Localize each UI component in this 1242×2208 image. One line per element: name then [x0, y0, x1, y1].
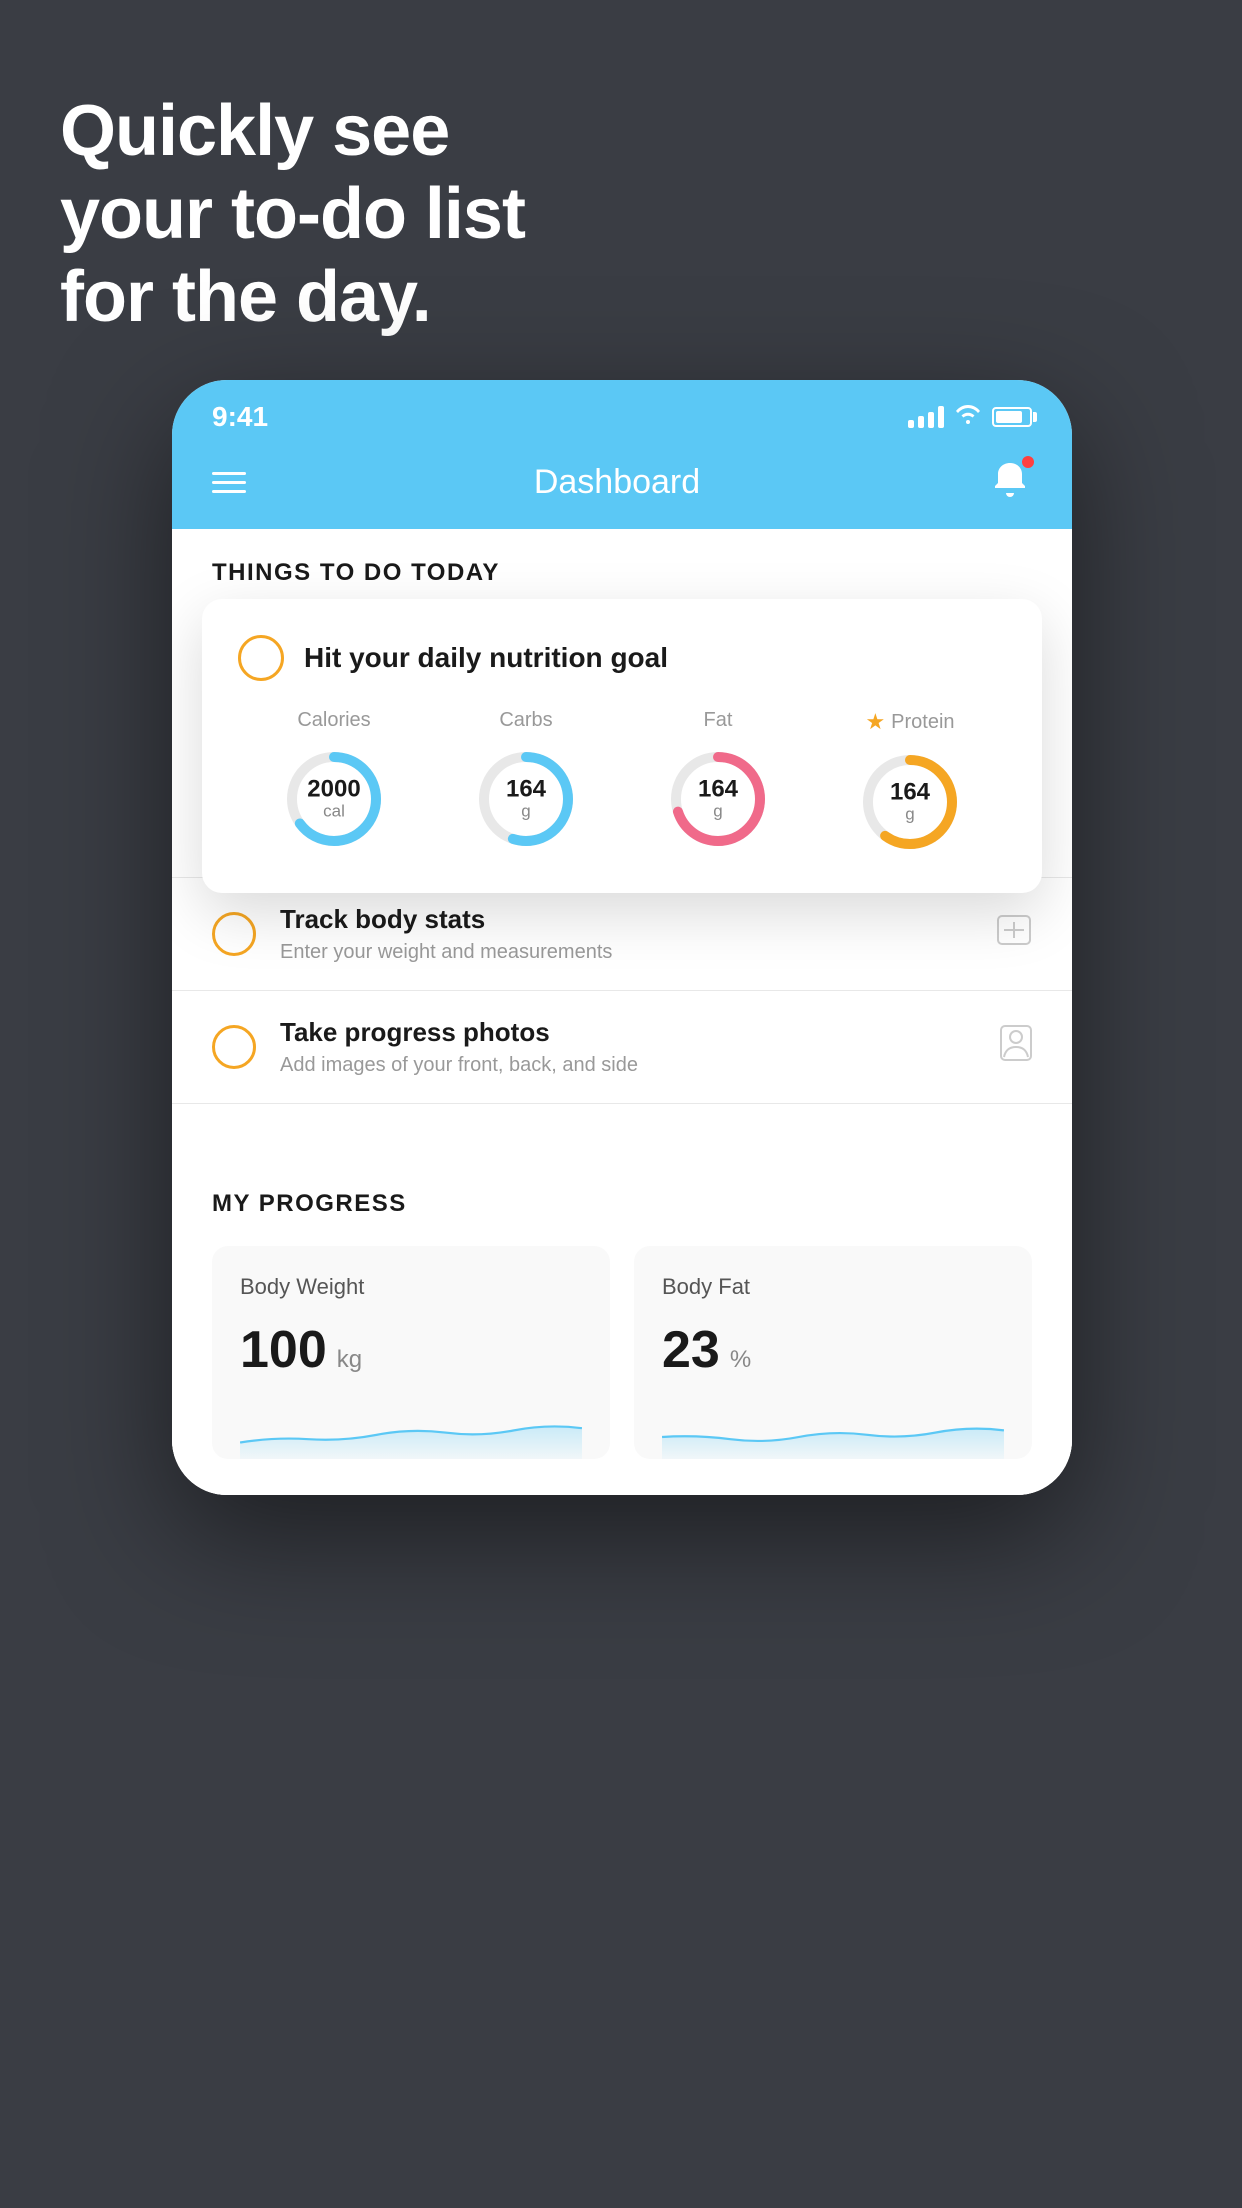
- item-sub-photos: Add images of your front, back, and side: [280, 1054, 976, 1077]
- calories-label: Calories: [297, 709, 370, 732]
- nutrition-protein: ★ Protein 164 g: [855, 709, 965, 857]
- progress-section: MY PROGRESS Body Weight 100 kg: [172, 1154, 1072, 1495]
- fat-value: 164: [698, 776, 738, 802]
- body-weight-value: 100: [240, 1320, 327, 1380]
- protein-donut: 164 g: [855, 747, 965, 857]
- item-title-photos: Take progress photos: [280, 1017, 976, 1048]
- person-icon: [1000, 1025, 1032, 1069]
- list-item[interactable]: Take progress photos Add images of your …: [172, 991, 1072, 1104]
- body-weight-label: Body Weight: [240, 1274, 582, 1300]
- fat-donut: 164 g: [663, 744, 773, 854]
- item-circle-body-stats: [212, 912, 256, 956]
- body-fat-value: 23: [662, 1320, 720, 1380]
- body-weight-card[interactable]: Body Weight 100 kg: [212, 1246, 610, 1459]
- body-weight-unit: kg: [337, 1346, 362, 1374]
- nutrition-grid: Calories 2000 cal Carbs: [238, 709, 1006, 857]
- protein-value: 164: [890, 779, 930, 805]
- nutrition-calories: Calories 2000 cal: [279, 709, 389, 854]
- carbs-label: Carbs: [499, 709, 552, 732]
- body-fat-unit: %: [730, 1346, 751, 1374]
- progress-cards: Body Weight 100 kg: [212, 1246, 1032, 1459]
- signal-icon: [908, 406, 944, 428]
- notification-dot: [1020, 454, 1036, 470]
- body-weight-chart: [240, 1404, 582, 1459]
- list-item[interactable]: Track body stats Enter your weight and m…: [172, 878, 1072, 991]
- hamburger-menu[interactable]: [212, 472, 246, 493]
- nutrition-card-title: Hit your daily nutrition goal: [304, 642, 668, 674]
- progress-title: MY PROGRESS: [212, 1190, 1032, 1218]
- nutrition-check-circle: [238, 635, 284, 681]
- battery-icon: [992, 407, 1032, 427]
- header-title: Dashboard: [534, 463, 700, 502]
- content-area: THINGS TO DO TODAY Running Track your st…: [172, 529, 1072, 1495]
- star-icon: ★: [865, 709, 885, 735]
- things-section-title: THINGS TO DO TODAY: [172, 529, 1072, 605]
- nutrition-card[interactable]: Hit your daily nutrition goal Calories 2…: [202, 599, 1042, 893]
- status-icons: [908, 404, 1032, 430]
- carbs-value: 164: [506, 776, 546, 802]
- body-fat-label: Body Fat: [662, 1274, 1004, 1300]
- body-fat-card[interactable]: Body Fat 23 %: [634, 1246, 1032, 1459]
- item-circle-photos: [212, 1025, 256, 1069]
- body-fat-chart: [662, 1404, 1004, 1459]
- fat-label: Fat: [704, 709, 733, 732]
- status-bar: 9:41: [172, 380, 1072, 440]
- calories-value: 2000: [307, 776, 360, 802]
- item-sub-body-stats: Enter your weight and measurements: [280, 941, 972, 964]
- nutrition-carbs: Carbs 164 g: [471, 709, 581, 854]
- phone-frame: 9:41 Dashboard: [172, 380, 1072, 1495]
- nutrition-fat: Fat 164 g: [663, 709, 773, 854]
- scale-icon: [996, 914, 1032, 954]
- carbs-donut: 164 g: [471, 744, 581, 854]
- notification-bell[interactable]: [988, 458, 1032, 507]
- wifi-icon: [954, 404, 982, 430]
- calories-donut: 2000 cal: [279, 744, 389, 854]
- app-header: Dashboard: [172, 440, 1072, 529]
- protein-label: ★ Protein: [865, 709, 954, 735]
- headline: Quickly see your to-do list for the day.: [60, 90, 525, 338]
- status-time: 9:41: [212, 401, 268, 433]
- item-title-body-stats: Track body stats: [280, 904, 972, 935]
